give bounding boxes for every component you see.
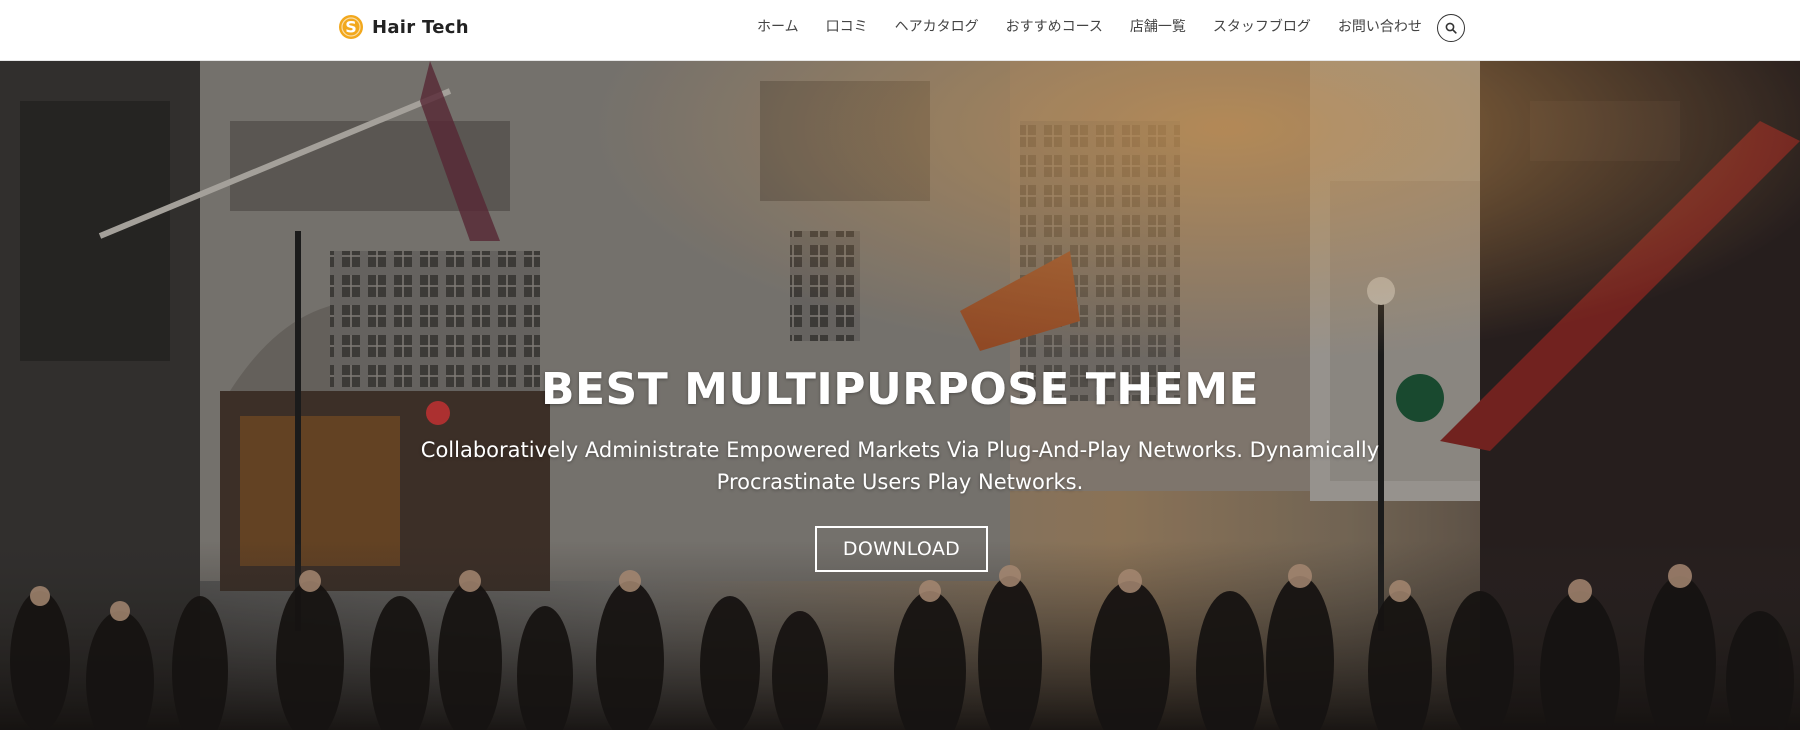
main-nav: ホーム 口コミ ヘアカタログ おすすめコース 店舗一覧 スタッフブログ お問い合… xyxy=(757,17,1422,37)
nav-item-hair-catalog[interactable]: ヘアカタログ xyxy=(895,17,979,37)
search-icon xyxy=(1445,22,1457,34)
nav-item-recommended-courses[interactable]: おすすめコース xyxy=(1006,17,1103,37)
nav-item-contact[interactable]: お問い合わせ xyxy=(1338,17,1422,37)
nav-item-store-list[interactable]: 店舗一覧 xyxy=(1130,17,1186,37)
site-logo[interactable]: S Hair Tech xyxy=(338,12,469,42)
download-button[interactable]: DOWNLOAD xyxy=(815,526,988,572)
hero-subtitle: Collaboratively Administrate Empowered M… xyxy=(420,438,1380,494)
svg-text:S: S xyxy=(345,18,357,37)
nav-item-staff-blog[interactable]: スタッフブログ xyxy=(1213,17,1311,37)
nav-item-reviews[interactable]: 口コミ xyxy=(826,17,868,37)
search-button[interactable] xyxy=(1437,14,1465,42)
dollar-coin-logo-icon: S xyxy=(339,15,363,39)
site-header: S Hair Tech ホーム 口コミ ヘアカタログ おすすめコース 店舗一覧 … xyxy=(0,0,1800,61)
nav-item-home[interactable]: ホーム xyxy=(757,17,799,37)
hero-banner: BEST MULTIPURPOSE THEME Collaboratively … xyxy=(0,61,1800,730)
brand-name: Hair Tech xyxy=(372,16,469,38)
hero-title: BEST MULTIPURPOSE THEME xyxy=(540,364,1260,415)
